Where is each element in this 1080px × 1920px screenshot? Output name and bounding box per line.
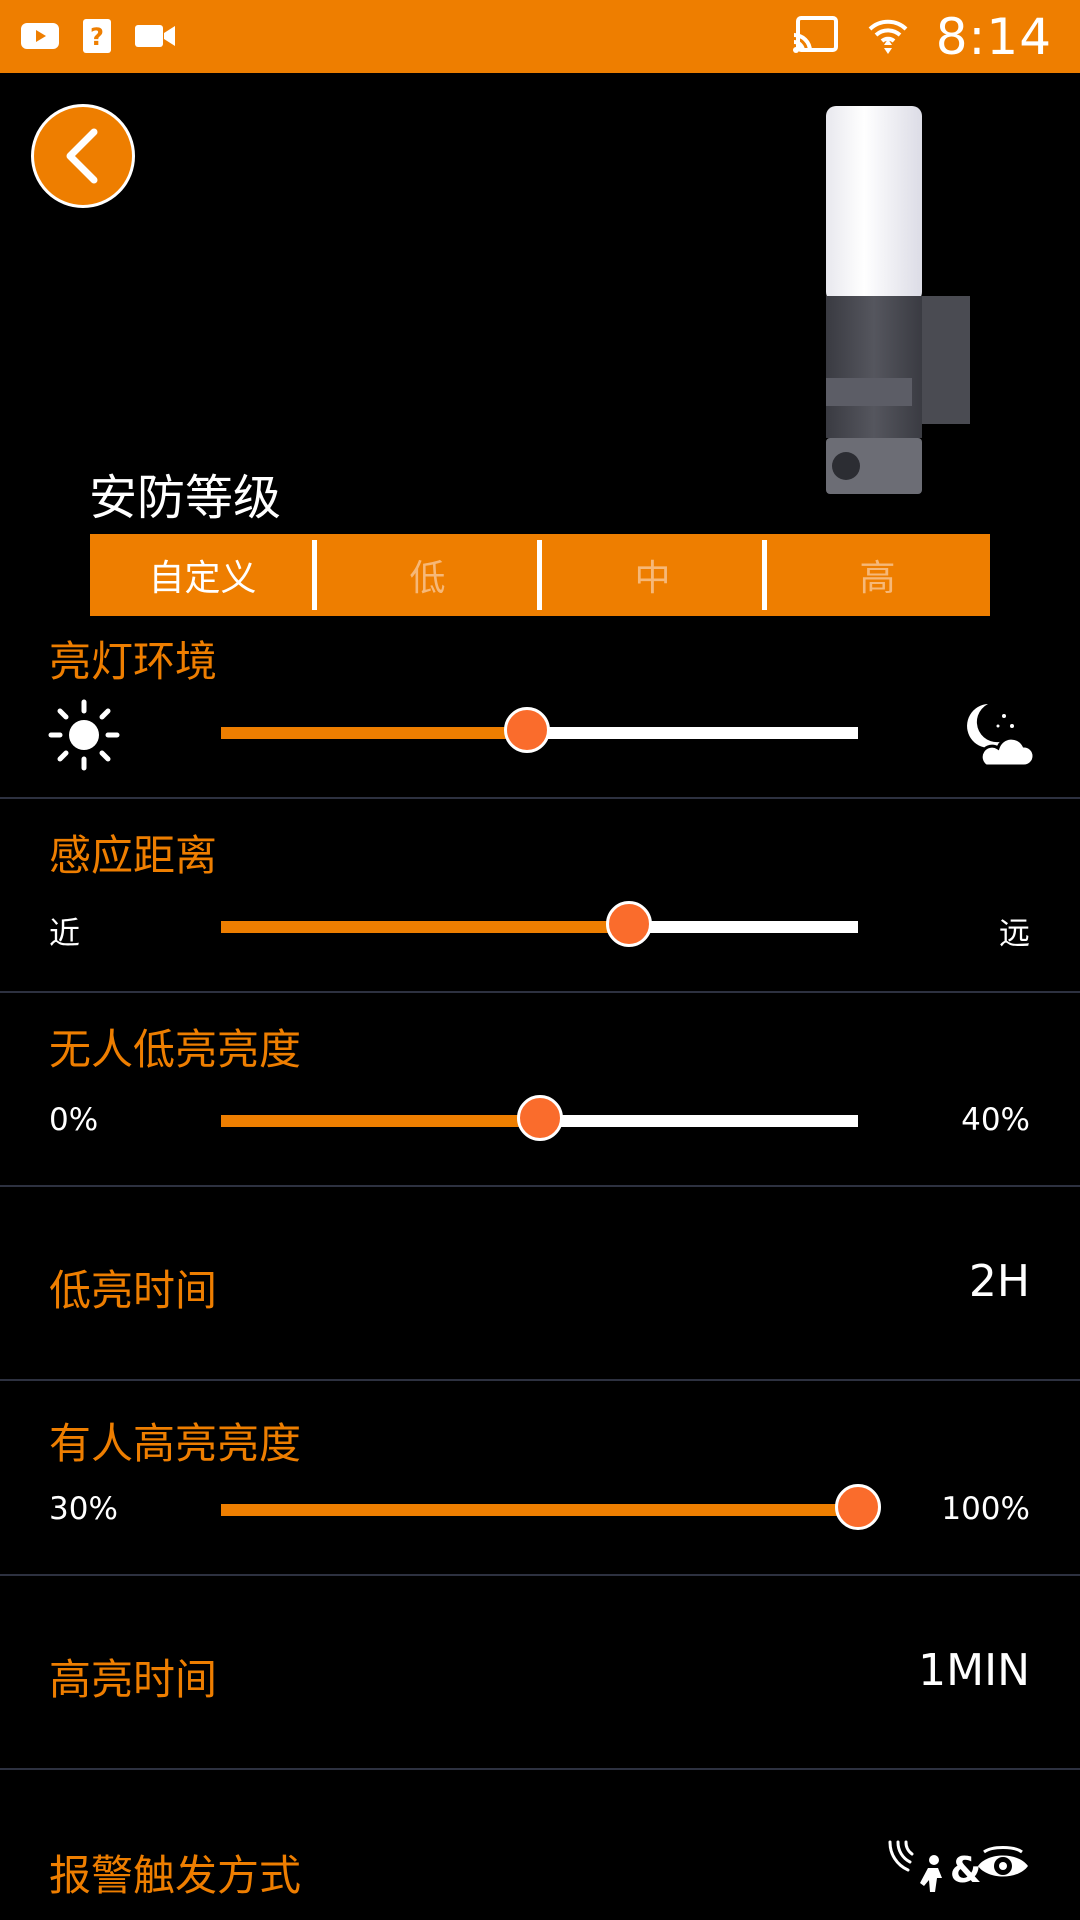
alarm-trigger-label: 报警触发方式 — [49, 1851, 302, 1900]
active-brightness-min-label: 30% — [49, 1491, 118, 1527]
status-bar: ? 8:14 — [0, 0, 1080, 73]
sun-icon — [48, 699, 120, 771]
security-level-title: 安防等级 — [89, 470, 282, 526]
security-level-option-custom[interactable]: 自定义 — [90, 534, 315, 616]
wifi-icon — [868, 15, 908, 59]
help-icon: ? — [82, 18, 112, 58]
security-level-option-medium[interactable]: 中 — [537, 534, 765, 616]
active-brightness-max-label: 100% — [941, 1491, 1030, 1527]
svg-text:?: ? — [90, 23, 104, 51]
distance-slider-thumb[interactable] — [605, 901, 652, 947]
high-time-label: 高亮时间 — [49, 1655, 218, 1704]
active-brightness-slider[interactable] — [221, 1484, 881, 1530]
alarm-trigger-row[interactable]: 报警触发方式 & — [0, 1770, 1080, 1920]
status-time: 8:14 — [935, 7, 1052, 66]
distance-label: 感应距离 — [49, 831, 218, 880]
back-button[interactable] — [31, 104, 135, 208]
svg-text:&: & — [950, 1850, 981, 1891]
idle-brightness-slider[interactable] — [221, 1095, 858, 1141]
chevron-left-icon — [66, 128, 98, 184]
security-level-option-low[interactable]: 低 — [312, 534, 540, 616]
video-camera-icon — [134, 21, 176, 55]
active-brightness-slider-thumb[interactable] — [835, 1484, 881, 1530]
idle-brightness-label: 无人低亮亮度 — [49, 1025, 302, 1074]
ambient-slider-thumb[interactable] — [503, 707, 550, 753]
ambient-slider[interactable] — [221, 707, 858, 753]
divider — [0, 797, 1080, 799]
idle-brightness-max-label: 40% — [961, 1102, 1030, 1138]
security-level-option-high[interactable]: 高 — [762, 534, 990, 616]
lamp-product-image — [826, 106, 970, 494]
moon-cloud-icon — [967, 704, 1034, 768]
low-time-row[interactable]: 低亮时间 2H — [0, 1187, 1080, 1379]
motion-and-eye-icon: & — [888, 1840, 1028, 1892]
youtube-icon — [20, 21, 60, 55]
divider — [0, 991, 1080, 993]
cast-icon — [792, 15, 840, 59]
security-level-segmented-control: 自定义 低 中 高 — [90, 534, 990, 616]
idle-brightness-min-label: 0% — [49, 1102, 99, 1138]
distance-slider[interactable] — [221, 901, 858, 947]
active-brightness-label: 有人高亮亮度 — [49, 1419, 302, 1468]
low-time-value: 2H — [968, 1256, 1030, 1307]
divider — [0, 1379, 1080, 1381]
high-time-row[interactable]: 高亮时间 1MIN — [0, 1576, 1080, 1768]
idle-brightness-slider-thumb[interactable] — [516, 1095, 563, 1141]
distance-max-label: 远 — [999, 916, 1030, 952]
low-time-label: 低亮时间 — [49, 1266, 218, 1315]
high-time-value: 1MIN — [918, 1645, 1030, 1696]
distance-min-label: 近 — [49, 916, 80, 952]
ambient-label: 亮灯环境 — [49, 637, 218, 686]
